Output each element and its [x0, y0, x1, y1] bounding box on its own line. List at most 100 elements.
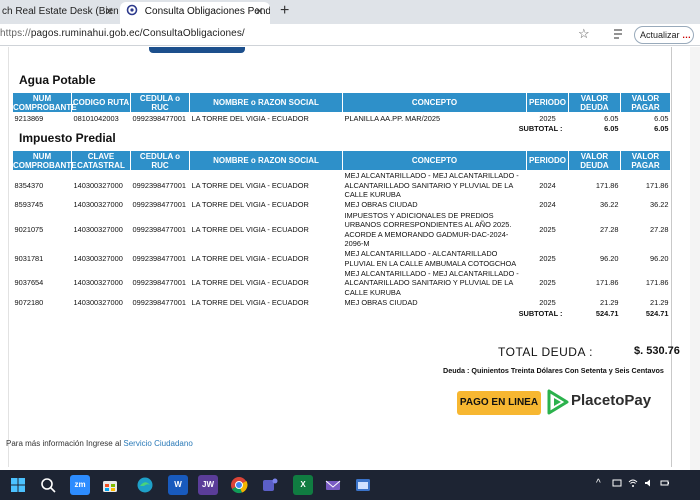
cell-valor-pagar: 27.28	[650, 224, 669, 234]
network-icon[interactable]	[612, 478, 622, 488]
cell-concepto: MEJ ALCANTARILLADO - ALCANTARILLADO PLUV…	[344, 249, 517, 268]
cell-concepto: MEJ ALCANTARILLADO - MEJ ALCANTARILLADO …	[344, 268, 519, 297]
cell-clave-catastral: 140300327000	[73, 200, 123, 210]
cell-nombre: LA TORRE DEL VIGIA - ECUADOR	[191, 200, 309, 210]
windows-start-icon[interactable]	[8, 475, 28, 495]
placetopay-logo[interactable]: PlacetoPay	[546, 389, 662, 417]
subtotal-pagar: 524.71	[645, 309, 669, 319]
table-row: 8354370 140300327000 0992398477001 LA TO…	[13, 171, 671, 200]
cell-periodo: 2025	[539, 113, 556, 123]
volume-icon[interactable]	[644, 478, 654, 488]
column-header: PERIODO	[526, 150, 569, 171]
mail-icon[interactable]	[323, 475, 343, 495]
new-tab-icon[interactable]: +	[280, 0, 289, 22]
tab-real-estate-desk[interactable]: ch Real Estate Desk (Bienes R ✕	[0, 2, 118, 24]
close-tab-icon[interactable]: ✕	[105, 2, 114, 22]
table-row: 9031781 140300327000 0992398477001 LA TO…	[13, 249, 671, 269]
update-label: Actualizar	[640, 30, 680, 40]
cell-valor-pagar: 171.86	[645, 180, 669, 190]
cell-comprobante: 9072180	[14, 298, 44, 308]
column-header: VALOR DEUDA	[568, 92, 621, 113]
edge-browser-icon[interactable]	[135, 475, 155, 495]
show-hidden-icons-chevron-icon[interactable]: ^	[596, 478, 601, 489]
cell-periodo: 2025	[539, 253, 556, 263]
favorites-icon[interactable]	[612, 27, 624, 41]
column-header: VALOR DEUDA	[568, 150, 621, 171]
store-icon[interactable]	[100, 475, 120, 495]
cell-concepto: MEJ OBRAS CIUDAD	[344, 298, 418, 308]
cell-nombre: LA TORRE DEL VIGIA - ECUADOR	[191, 224, 309, 234]
close-tab-icon[interactable]: ✕	[255, 2, 264, 22]
subtotal-row: SUBTOTAL : 524.71 524.71	[13, 309, 671, 320]
column-header: VALOR PAGAR	[620, 150, 671, 171]
cell-clave-catastral: 140300327000	[73, 253, 123, 263]
favorite-star-icon[interactable]: ☆	[578, 26, 590, 42]
address-bar: https://pagos.ruminahui.gob.ec/ConsultaO…	[0, 24, 700, 46]
cell-valor-deuda: 171.86	[595, 278, 619, 288]
zoom-app-icon[interactable]: zm	[70, 475, 90, 495]
table-row: 8593745 140300327000 0992398477001 LA TO…	[13, 200, 671, 211]
pago-en-linea-button[interactable]: PAGO EN LINEA	[457, 391, 541, 415]
column-header: CONCEPTO	[342, 150, 527, 171]
cell-comprobante: 9037654	[14, 278, 44, 288]
cell-valor-deuda: 36.22	[600, 200, 619, 210]
table-header-row: NUM COMPROBANTE CLAVE CATASTRAL CEDULA o…	[12, 150, 671, 171]
servicio-ciudadano-link[interactable]: Servicio Ciudadano	[123, 439, 192, 448]
browser-tab-bar: ch Real Estate Desk (Bienes R ✕ Consulta…	[0, 0, 700, 24]
wifi-icon[interactable]	[628, 478, 638, 488]
cell-comprobante: 9031781	[14, 253, 44, 263]
table-header-row: NUM COMPROBANTE CODIGO RUTA CEDULA o RUC…	[12, 92, 671, 113]
cell-valor-deuda: 171.86	[595, 180, 619, 190]
cell-valor-pagar: 96.20	[650, 253, 669, 263]
cell-periodo: 2024	[539, 180, 556, 190]
column-header: VALOR PAGAR	[620, 92, 671, 113]
cell-clave-catastral: 140300327000	[73, 224, 123, 234]
warning-icon: …	[682, 30, 692, 40]
cell-nombre: LA TORRE DEL VIGIA - ECUADOR	[191, 180, 309, 190]
excel-app-icon[interactable]: X	[293, 475, 313, 495]
table-row: 9021075 140300327000 0992398477001 LA TO…	[13, 211, 671, 249]
column-header: PERIODO	[526, 92, 569, 113]
column-header: NUM COMPROBANTE	[12, 150, 77, 171]
cell-comprobante: 8593745	[14, 200, 44, 210]
cell-cedula: 0992398477001	[132, 278, 186, 288]
cell-periodo: 2024	[539, 200, 556, 210]
app-window-icon[interactable]	[353, 475, 373, 495]
total-deuda-value: $. 530.76	[634, 345, 680, 357]
cell-valor-deuda: 21.29	[600, 298, 619, 308]
cell-clave-catastral: 140300327000	[73, 298, 123, 308]
top-button-edge[interactable]	[149, 47, 245, 53]
deuda-in-words: Deuda : Quinientos Treinta Dólares Con S…	[443, 366, 664, 375]
table-row: 9072180 140300327000 0992398477001 LA TO…	[13, 298, 671, 309]
cell-concepto: MEJ OBRAS CIUDAD	[344, 200, 418, 210]
word-app-icon[interactable]: W	[168, 475, 188, 495]
scrollbar[interactable]	[690, 47, 700, 470]
cell-nombre: LA TORRE DEL VIGIA - ECUADOR	[191, 253, 309, 263]
tab-consulta-obligaciones[interactable]: Consulta Obligaciones Pendiente ✕	[120, 2, 270, 24]
update-button[interactable]: Actualizar …	[634, 26, 694, 44]
cell-clave-catastral: 140300327000	[73, 180, 123, 190]
subtotal-label: SUBTOTAL :	[518, 309, 563, 319]
column-header: NUM COMPROBANTE	[12, 92, 77, 113]
teams-icon[interactable]	[260, 475, 280, 495]
url-field[interactable]: https://pagos.ruminahui.gob.ec/ConsultaO…	[0, 28, 245, 39]
cell-periodo: 2025	[539, 298, 556, 308]
page-content: Agua Potable NUM COMPROBANTE CODIGO RUTA…	[0, 47, 700, 470]
cell-comprobante: 8354370	[14, 180, 44, 190]
cell-concepto: MEJ ALCANTARILLADO - MEJ ALCANTARILLADO …	[344, 171, 519, 199]
chrome-icon[interactable]	[229, 475, 249, 495]
cell-cedula: 0992398477001	[132, 200, 186, 210]
column-header: CONCEPTO	[342, 92, 527, 113]
subtotal-pagar: 6.05	[654, 124, 669, 134]
battery-icon[interactable]	[660, 478, 670, 488]
cell-periodo: 2025	[539, 224, 556, 234]
column-header: CODIGO RUTA	[71, 92, 131, 113]
cell-comprobante: 9213869	[14, 113, 44, 123]
search-icon[interactable]	[38, 475, 58, 495]
site-favicon-icon	[126, 4, 138, 16]
cell-valor-pagar: 6.05	[654, 113, 669, 123]
cell-nombre: LA TORRE DEL VIGIA - ECUADOR	[191, 113, 309, 123]
cell-concepto: PLANILLA AA.PP. MAR/2025	[344, 113, 441, 123]
column-header: CLAVE CATASTRAL	[71, 150, 131, 171]
jw-app-icon[interactable]: JW	[198, 475, 218, 495]
